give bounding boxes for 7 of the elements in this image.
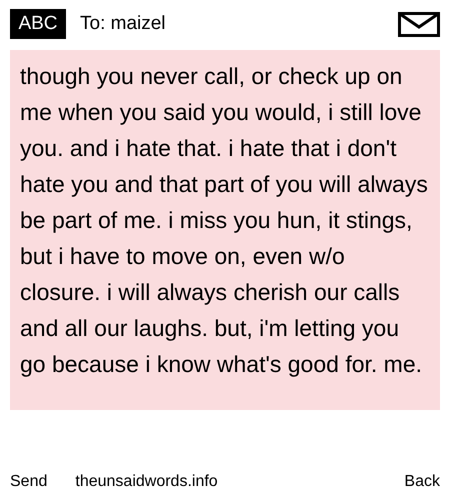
back-button[interactable]: Back [404, 470, 440, 494]
recipient-label: To: maizel [80, 12, 166, 36]
site-link[interactable]: theunsaidwords.info [75, 470, 218, 494]
envelope-icon [398, 12, 440, 36]
message-text: though you never call, or check up on me when you said you would, i still love you. and i hate that. i hate that i don't hate you and that part of you will always be part of me. i miss you hun, it stings, but i have to move on, even w/o closure. i will always cherish our calls and all our laughs. but, i'm letting you go because i know what's good for. me. [19, 62, 429, 379]
send-button[interactable]: Send [10, 470, 48, 494]
abc-badge: ABC [10, 9, 66, 39]
